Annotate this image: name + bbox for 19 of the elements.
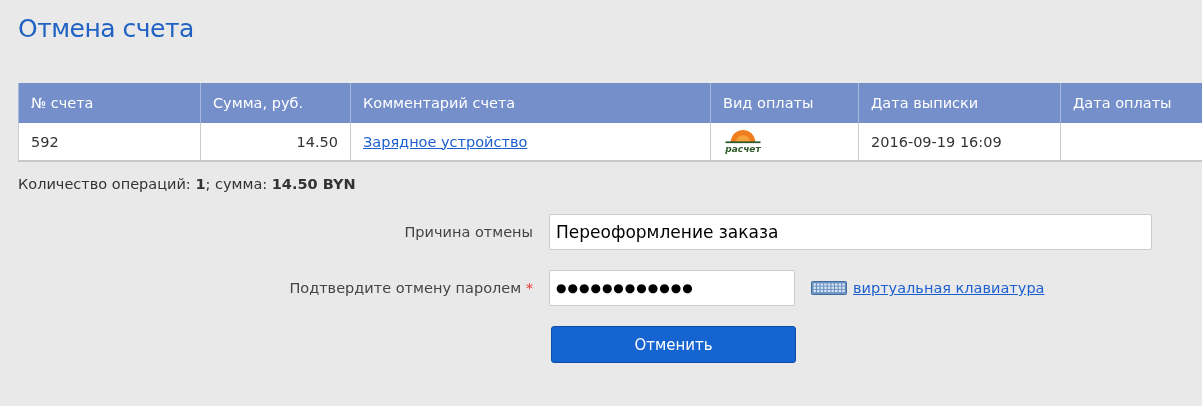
column-header: Вид оплаты — [710, 83, 859, 123]
reason-field[interactable]: Переоформление заказа — [549, 214, 1152, 250]
keyboard-icon[interactable] — [811, 281, 847, 295]
password-label: Подтвердите отмену паролем * — [288, 280, 533, 296]
column-header: Дата оплаты — [1060, 83, 1202, 123]
table-cell: 2016-09-19 16:09 — [858, 123, 1061, 161]
column-header: Сумма, руб. — [200, 83, 351, 123]
column-header: № счета — [18, 83, 201, 123]
table-cell: 592 — [18, 123, 201, 161]
table-cell: 14.50 — [200, 123, 351, 161]
cancel-button[interactable]: Отменить — [551, 326, 796, 363]
column-header: Комментарий счета — [350, 83, 711, 123]
virtual-keyboard-link[interactable]: виртуальная клавиатура — [853, 280, 1045, 296]
reason-label: Причина отмены — [403, 224, 533, 240]
column-header: Дата выписки — [858, 83, 1061, 123]
summary-text: Количество операций: 1; сумма: 14.50 BYN — [18, 176, 357, 192]
password-field[interactable]: ●●●●●●●●●●●● — [549, 270, 795, 306]
payment-logo: расчет — [723, 129, 763, 154]
page-title: Отмена счета — [18, 14, 195, 43]
